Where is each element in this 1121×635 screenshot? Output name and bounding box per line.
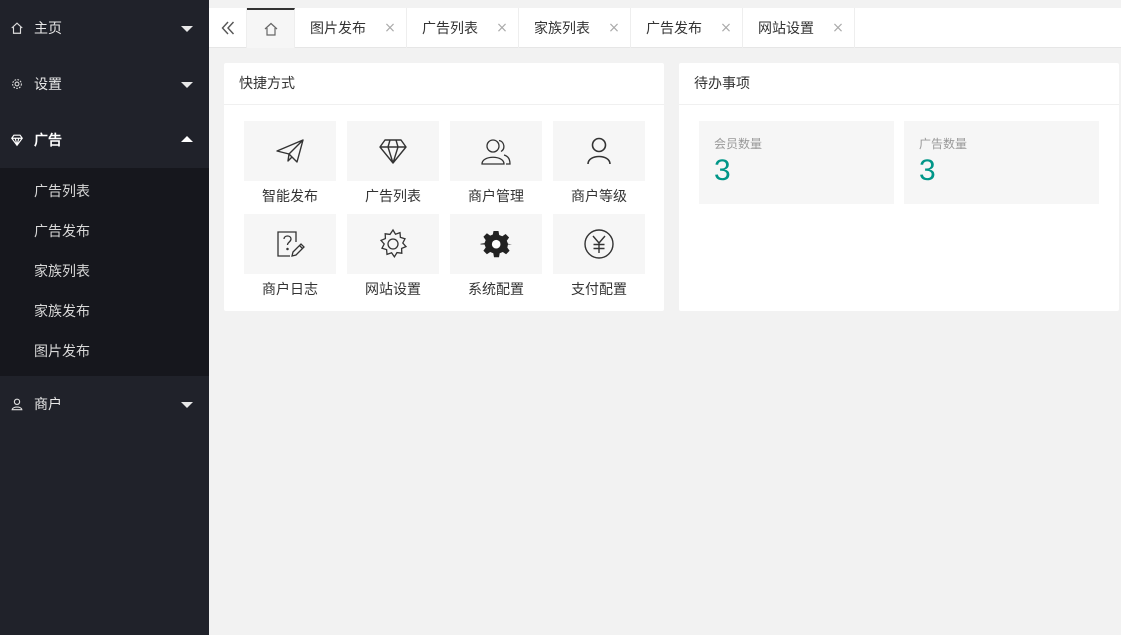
sidebar: 主页 设置 广告 广告列表 广告发布 家族列表 家族发布 图片发布 商户 (0, 0, 209, 635)
tab-ad-publish[interactable]: 广告发布 × (631, 8, 743, 48)
shortcut-label: 广告列表 (365, 189, 421, 205)
close-icon[interactable]: × (720, 20, 732, 36)
paper-plane-icon (276, 139, 304, 163)
close-icon[interactable]: × (384, 20, 396, 36)
tab-ad-list[interactable]: 广告列表 × (407, 8, 519, 48)
shortcut-grid: 智能发布 广告列表 商户管理 商户等级 商户日志 网站设置 系统配置 支付配置 (244, 121, 645, 307)
nav-label: 商户 (34, 397, 62, 413)
users-icon (481, 139, 511, 165)
shortcut-icon-box (347, 121, 439, 181)
shortcut-icon-box (553, 214, 645, 274)
stat-label: 广告数量 (919, 137, 968, 151)
user-icon (9, 396, 25, 412)
close-icon[interactable]: × (608, 20, 620, 36)
tab-bar: 图片发布 × 广告列表 × 家族列表 × 广告发布 × 网站设置 × (209, 8, 1121, 48)
todo-card: 待办事项 会员数量 3 广告数量 3 (679, 63, 1119, 311)
stat-member-count[interactable]: 会员数量 3 (699, 121, 894, 204)
chevron-down-icon (181, 26, 193, 32)
shortcut-icon-box (244, 121, 336, 181)
home-icon (264, 22, 277, 36)
card-title: 快捷方式 (224, 63, 664, 105)
close-icon[interactable]: × (832, 20, 844, 36)
gear-filled-icon (480, 231, 512, 258)
shortcut-label: 智能发布 (262, 189, 318, 205)
nav-item-settings[interactable]: 设置 (0, 56, 209, 112)
shortcut-payment-config[interactable]: 支付配置 (553, 214, 645, 307)
nav-label: 主页 (34, 21, 62, 37)
stat-grid: 会员数量 3 广告数量 3 (699, 121, 1099, 204)
tab-label: 网站设置 (758, 21, 814, 37)
chevron-down-icon (181, 402, 193, 408)
nav-item-ads[interactable]: 广告 (0, 112, 209, 168)
shortcut-icon-box (553, 121, 645, 181)
close-icon[interactable]: × (496, 20, 508, 36)
sidebar-item-family-publish[interactable]: 家族发布 (0, 292, 209, 332)
shortcut-label: 商户日志 (262, 282, 318, 298)
tab-site-settings[interactable]: 网站设置 × (743, 8, 855, 48)
shortcuts-card: 快捷方式 智能发布 广告列表 商户管理 商户等级 商户日志 网站设置 系统配置 … (224, 63, 664, 311)
diamond-icon (9, 132, 25, 148)
shortcut-site-settings[interactable]: 网站设置 (347, 214, 439, 307)
chevron-up-icon (181, 136, 193, 142)
tab-label: 家族列表 (534, 21, 590, 37)
shortcut-merchant-manage[interactable]: 商户管理 (450, 121, 542, 214)
sidebar-item-ad-list[interactable]: 广告列表 (0, 172, 209, 212)
collapse-sidebar-button[interactable] (209, 8, 247, 48)
tab-image-publish[interactable]: 图片发布 × (295, 8, 407, 48)
shortcut-icon-box (244, 214, 336, 274)
stat-value: 3 (714, 154, 731, 187)
nav-item-home[interactable]: 主页 (0, 0, 209, 56)
shortcut-system-config[interactable]: 系统配置 (450, 214, 542, 307)
yen-icon (584, 229, 614, 259)
stat-label: 会员数量 (714, 137, 763, 151)
stat-ad-count[interactable]: 广告数量 3 (904, 121, 1099, 204)
gear-icon (379, 228, 408, 258)
shortcut-label: 网站设置 (365, 282, 421, 298)
tab-label: 图片发布 (310, 21, 366, 37)
shortcut-smart-publish[interactable]: 智能发布 (244, 121, 336, 214)
shortcut-merchant-level[interactable]: 商户等级 (553, 121, 645, 214)
sidebar-item-family-list[interactable]: 家族列表 (0, 252, 209, 292)
shortcut-merchant-log[interactable]: 商户日志 (244, 214, 336, 307)
ads-submenu: 广告列表 广告发布 家族列表 家族发布 图片发布 (0, 168, 209, 376)
nav-item-merchant[interactable]: 商户 (0, 376, 209, 432)
nav-label: 广告 (34, 133, 62, 149)
sidebar-item-image-publish[interactable]: 图片发布 (0, 332, 209, 372)
shortcut-label: 商户管理 (468, 189, 524, 205)
shortcut-label: 支付配置 (571, 282, 627, 298)
tab-label: 广告发布 (646, 21, 702, 37)
help-doc-icon (277, 231, 305, 257)
shortcut-icon-box (450, 121, 542, 181)
stat-value: 3 (919, 154, 936, 187)
shortcut-label: 商户等级 (571, 189, 627, 205)
diamond-icon (379, 139, 407, 164)
sidebar-item-ad-publish[interactable]: 广告发布 (0, 212, 209, 252)
shortcut-ad-list[interactable]: 广告列表 (347, 121, 439, 214)
nav-label: 设置 (34, 77, 62, 93)
gear-icon (9, 76, 25, 92)
tab-family-list[interactable]: 家族列表 × (519, 8, 631, 48)
double-chevron-left-icon (221, 21, 234, 35)
shortcut-label: 系统配置 (468, 282, 524, 298)
shortcut-icon-box (347, 214, 439, 274)
home-icon (9, 20, 25, 36)
card-title: 待办事项 (679, 63, 1119, 105)
tab-label: 广告列表 (422, 21, 478, 37)
user-icon (587, 137, 611, 165)
chevron-down-icon (181, 82, 193, 88)
shortcut-icon-box (450, 214, 542, 274)
tab-home[interactable] (247, 8, 295, 48)
